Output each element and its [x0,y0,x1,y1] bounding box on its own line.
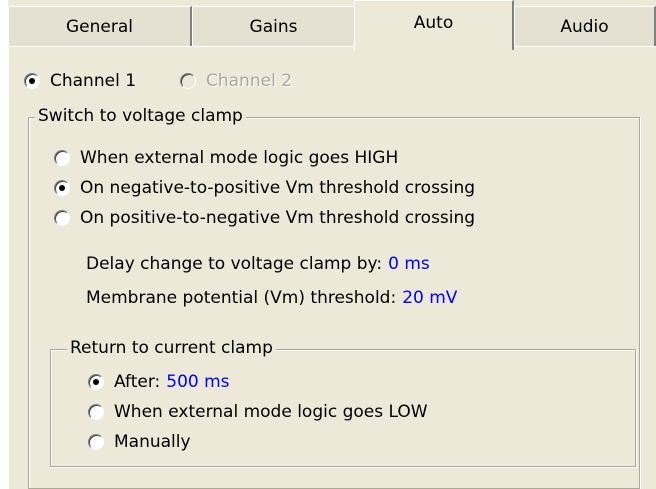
delay-row: Delay change to voltage clamp by: 0 ms [86,254,430,274]
auto-tab-panel: General Gains Auto Audio Channel 1 Chann… [8,0,656,489]
channel-1-radio[interactable]: Channel 1 [24,71,136,91]
channel-1-radio-circle[interactable] [24,73,40,89]
threshold-label: Membrane potential (Vm) threshold: [86,288,397,308]
option-neg-to-pos[interactable]: On negative-to-positive Vm threshold cro… [54,178,475,198]
option-external-high-label: When external mode logic goes HIGH [80,148,399,168]
option-pos-to-neg-radio[interactable] [54,210,70,226]
tab-strip: General Gains Auto Audio [8,0,656,50]
after-value[interactable]: 500 ms [166,372,229,392]
channel-2-label: Channel 2 [206,71,293,91]
tab-gains-label: Gains [249,17,298,37]
option-pos-to-neg[interactable]: On positive-to-negative Vm threshold cro… [54,208,475,228]
channel-2-radio: Channel 2 [180,71,292,91]
option-manually[interactable]: Manually [88,432,191,452]
tab-gains[interactable]: Gains [192,6,356,46]
option-neg-to-pos-radio[interactable] [54,180,70,196]
tab-general[interactable]: General [8,6,192,46]
tab-general-label: General [66,17,133,37]
selected-dot-icon [93,379,99,385]
channel-1-label: Channel 1 [50,71,137,91]
selected-dot-icon [59,185,65,191]
return-group-title: Return to current clamp [67,338,276,358]
delay-label: Delay change to voltage clamp by: [86,254,383,274]
channel-2-radio-circle [180,73,196,89]
option-external-high[interactable]: When external mode logic goes HIGH [54,148,398,168]
switch-group-title: Switch to voltage clamp [35,106,246,126]
selected-dot-icon [29,78,35,84]
option-neg-to-pos-label: On negative-to-positive Vm threshold cro… [80,178,476,198]
delay-value[interactable]: 0 ms [388,254,430,274]
tab-audio[interactable]: Audio [514,6,656,46]
panel-left-edge [8,46,9,489]
option-external-low-radio[interactable] [88,404,104,420]
option-manually-label: Manually [114,432,191,452]
threshold-row: Membrane potential (Vm) threshold: 20 mV [86,288,457,308]
option-external-low-label: When external mode logic goes LOW [114,402,428,422]
tab-audio-label: Audio [560,17,609,37]
threshold-value[interactable]: 20 mV [402,288,457,308]
option-after-label: After: [114,372,161,392]
tab-auto-label: Auto [413,13,454,33]
option-external-low[interactable]: When external mode logic goes LOW [88,402,428,422]
option-manually-radio[interactable] [88,434,104,450]
tab-underline [8,46,656,47]
option-pos-to-neg-label: On positive-to-negative Vm threshold cro… [80,208,476,228]
option-after[interactable]: After: 500 ms [88,372,230,392]
tab-auto[interactable]: Auto [354,0,514,50]
option-after-radio[interactable] [88,374,104,390]
option-external-high-radio[interactable] [54,150,70,166]
